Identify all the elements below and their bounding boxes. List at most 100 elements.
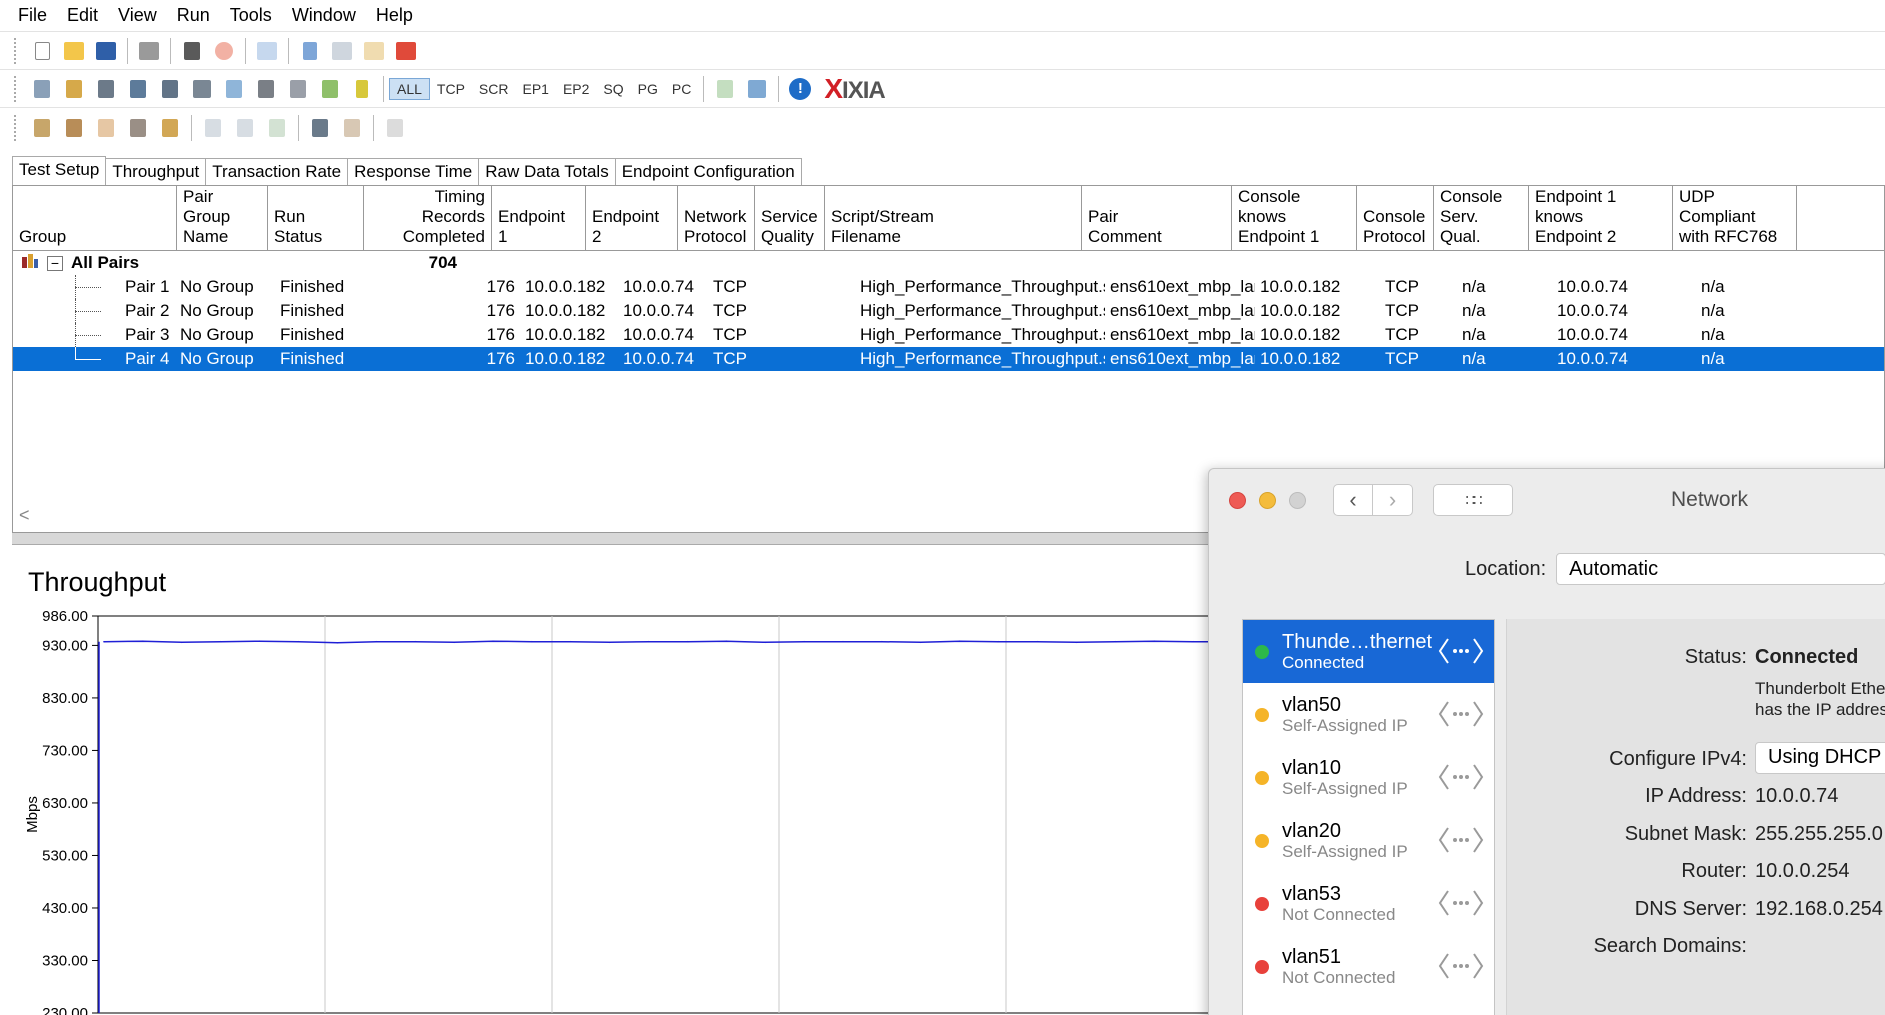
copy-button[interactable] [327,36,357,66]
close-window-button[interactable] [1229,491,1246,509]
col-timing-records[interactable]: Timing Records Completed [364,186,492,250]
col-console-serv-qual[interactable]: Console Serv. Qual. [1434,186,1529,250]
paste-button[interactable] [359,36,389,66]
endpoint-button[interactable] [155,74,185,104]
pair-action-1-button[interactable] [198,113,228,143]
filter-ep2-button[interactable]: EP2 [556,79,596,99]
all-pairs-row[interactable]: − All Pairs 704 [13,251,1884,275]
graph-button[interactable] [251,74,281,104]
layout-2-button[interactable] [337,113,367,143]
scroll-left-arrow[interactable]: < [19,505,30,526]
tab-response-time[interactable]: Response Time [347,158,480,185]
menu-help[interactable]: Help [366,5,423,26]
menu-run[interactable]: Run [167,5,220,26]
add-multicast-button[interactable] [91,74,121,104]
col-service-quality[interactable]: Service Quality [755,186,825,250]
open-folder-button[interactable] [59,36,89,66]
minimize-window-button[interactable] [1259,491,1276,509]
menu-tools[interactable]: Tools [220,5,282,26]
print-button[interactable] [134,36,164,66]
col-console-knows-ep1[interactable]: Console knows Endpoint 1 [1232,186,1357,250]
network-service-item[interactable]: vlan53 Not Connected [1243,872,1494,935]
add-group-button[interactable] [59,74,89,104]
filter-pg-button[interactable]: PG [631,79,665,99]
pair-action-2-button[interactable] [230,113,260,143]
tab-strip: Test Setup Throughput Transaction Rate R… [12,155,802,186]
col-group[interactable]: Group [13,186,177,250]
menu-window[interactable]: Window [282,5,366,26]
menu-edit[interactable]: Edit [57,5,108,26]
location-select[interactable]: Automatic [1556,553,1885,585]
about-button[interactable]: ! [785,74,815,104]
compare-button[interactable] [742,74,772,104]
back-button[interactable]: ‹ [1333,484,1373,516]
network-service-item[interactable]: vlan51 Not Connected [1243,935,1494,998]
stop-button[interactable] [209,36,239,66]
layout-1-button[interactable] [305,113,335,143]
menu-file[interactable]: File [8,5,57,26]
table-row[interactable]: Pair 1 No Group Finished 176 10.0.0.182 10.0.… [13,275,1884,299]
add-pair-button[interactable] [27,74,57,104]
col-udp-compliant[interactable]: UDP Compliant with RFC768 [1673,186,1797,250]
tab-test-setup[interactable]: Test Setup [12,156,107,186]
show-all-button[interactable]: ∷∷ [1433,484,1513,516]
filter-scr-button[interactable]: SCR [472,79,516,99]
col-endpoint-2[interactable]: Endpoint 2 [586,186,678,250]
cut-button[interactable] [295,36,325,66]
col-run-status[interactable]: Run Status [268,186,364,250]
col-script-filename[interactable]: Script/Stream Filename [825,186,1082,250]
col-endpoint-1[interactable]: Endpoint 1 [492,186,586,250]
menu-view[interactable]: View [108,5,167,26]
toolbar-grip[interactable] [14,114,18,141]
tab-throughput[interactable]: Throughput [105,158,207,185]
ep-action-4-button[interactable] [123,113,153,143]
col-pair-group-name[interactable]: Pair Group Name [177,186,268,250]
filter-pc-button[interactable]: PC [665,79,698,99]
ep-action-1-button[interactable] [27,113,57,143]
table-row[interactable]: Pair 3 No Group Finished 176 10.0.0.182 10.0.… [13,323,1884,347]
network-service-item[interactable]: Thunde…thernet Connected [1243,620,1494,683]
data-point [842,640,844,643]
ep-action-5-button[interactable] [155,113,185,143]
pair-action-3-button[interactable] [262,113,292,143]
col-network-protocol[interactable]: Network Protocol [678,186,755,250]
options-button[interactable] [315,74,345,104]
tab-transaction-rate[interactable]: Transaction Rate [205,158,349,185]
refresh-button[interactable] [252,36,282,66]
ep-action-2-button[interactable] [59,113,89,143]
zoom-window-button[interactable] [1289,491,1306,509]
filter-all-button[interactable]: ALL [389,77,430,100]
scan-button[interactable] [187,74,217,104]
filter-sq-button[interactable]: SQ [596,79,630,99]
network-service-item[interactable]: vlan20 Self-Assigned IP [1243,809,1494,872]
network-service-item[interactable]: vlan10 Self-Assigned IP [1243,746,1494,809]
layout-3-button[interactable] [380,113,410,143]
table-row[interactable]: Pair 4 No Group Finished 176 10.0.0.182 10.0.… [13,347,1884,371]
delete-button[interactable] [391,36,421,66]
topology-button[interactable] [123,74,153,104]
table-row[interactable]: Pair 2 No Group Finished 176 10.0.0.182 10.0.… [13,299,1884,323]
toolbar-grip[interactable] [14,75,18,102]
network-service-item[interactable]: vlan52 [1243,998,1494,1015]
cell-console-protocol: TCP [1385,349,1419,368]
col-ep1-knows-ep2[interactable]: Endpoint 1 knows Endpoint 2 [1529,186,1673,250]
configure-ipv4-select[interactable]: Using DHCP [1755,742,1885,774]
ep-action-3-button[interactable] [91,113,121,143]
hint-button[interactable] [347,74,377,104]
new-file-button[interactable] [27,36,57,66]
col-console-protocol[interactable]: Console Protocol [1357,186,1434,250]
edit-script-button[interactable] [219,74,249,104]
forward-button[interactable]: › [1373,484,1413,516]
filter-ep1-button[interactable]: EP1 [515,79,555,99]
network-service-item[interactable]: vlan50 Self-Assigned IP [1243,683,1494,746]
collapse-toggle[interactable]: − [47,255,63,271]
tab-raw-data-totals[interactable]: Raw Data Totals [478,158,616,185]
filter-tcp-button[interactable]: TCP [430,79,472,99]
toolbar-grip[interactable] [14,37,18,64]
results-button[interactable] [710,74,740,104]
export-button[interactable] [283,74,313,104]
col-pair-comment[interactable]: Pair Comment [1082,186,1232,250]
run-button[interactable] [177,36,207,66]
tab-endpoint-configuration[interactable]: Endpoint Configuration [614,158,802,185]
save-button[interactable] [91,36,121,66]
